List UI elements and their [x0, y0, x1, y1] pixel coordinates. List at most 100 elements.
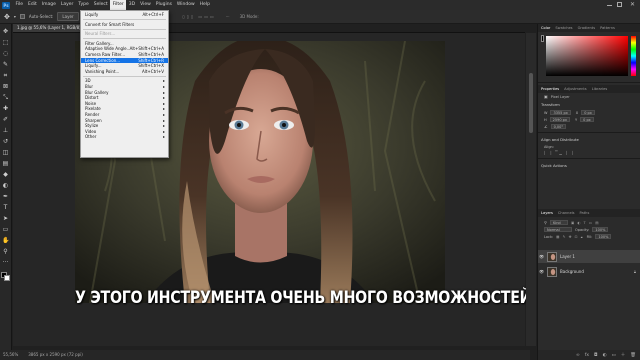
layer-name: Background — [560, 269, 584, 274]
crop-tool-icon[interactable]: ⌗ — [2, 72, 9, 79]
menu-item-other[interactable]: Other ▸ — [81, 134, 168, 140]
lock-row: Lock: ▦ ✎ ✥ ⊡ 🔒︎ Fill: 100% — [538, 233, 640, 240]
foreground-swatch[interactable] — [541, 35, 544, 42]
clone-stamp-tool-icon[interactable]: ⊥ — [2, 127, 9, 134]
tab-paths[interactable]: Paths — [580, 211, 590, 215]
menu-file[interactable]: File — [13, 0, 26, 10]
visibility-eye-icon[interactable]: 👁︎ — [538, 254, 545, 259]
tab-swatches[interactable]: Swatches — [555, 26, 572, 30]
window-close-icon[interactable]: ✕ — [630, 1, 635, 8]
height-field[interactable]: 2590 px — [549, 117, 570, 122]
menu-item-shortcut: Alt+Ctrl+V — [142, 68, 164, 74]
dodge-tool-icon[interactable]: ◐ — [2, 182, 9, 189]
lasso-tool-icon[interactable]: ◌ — [2, 50, 9, 57]
pen-tool-icon[interactable]: ✒ — [2, 193, 9, 200]
layer-row-background[interactable]: 👁︎ Background 🔒︎ — [538, 265, 640, 278]
eyedropper-tool-icon[interactable]: ⤡ — [2, 94, 9, 101]
move-tool-icon[interactable]: ✥ — [4, 13, 10, 21]
width-field[interactable]: 3355 px — [550, 110, 571, 115]
hand-tool-icon[interactable]: ✋ — [2, 237, 9, 244]
menu-item-liquify-last[interactable]: Liquify Alt+Ctrl+F — [81, 12, 168, 18]
adjustment-layer-icon[interactable]: ◐ — [603, 353, 607, 358]
path-selection-tool-icon[interactable]: ➤ — [2, 215, 9, 222]
layer-filter-row: ⚲ Kind ▣ ◐ T ▭ ▤ — [538, 217, 640, 226]
tab-properties[interactable]: Properties — [541, 87, 559, 91]
x-field[interactable]: 0 px — [581, 110, 596, 115]
more-tools-icon[interactable]: ··· — [2, 259, 9, 266]
status-bar: 55,56% 3865 px x 2590 px (72 ppi) — [0, 350, 530, 360]
lock-icon: 🔒︎ — [633, 269, 636, 274]
menu-help[interactable]: Help — [197, 0, 212, 10]
align-buttons-icon[interactable]: ▯▯▯ ▭▭▭ — [183, 14, 216, 19]
chevron-down-icon[interactable]: ▾ — [14, 14, 16, 19]
menu-window[interactable]: Window — [174, 0, 197, 10]
tab-layers[interactable]: Layers — [541, 211, 553, 215]
tab-libraries[interactable]: Libraries — [592, 87, 608, 91]
kind-dropdown[interactable]: Kind — [549, 220, 568, 225]
menu-filter[interactable]: Filter — [110, 0, 127, 10]
auto-select-dropdown[interactable]: Layer — [57, 12, 79, 21]
auto-select-checkbox[interactable] — [19, 14, 25, 19]
fill-field[interactable]: 100% — [595, 234, 612, 239]
photoshop-window: Ps File Edit Image Layer Type Select Fil… — [0, 0, 640, 360]
history-brush-tool-icon[interactable]: ↺ — [2, 138, 9, 145]
fx-icon[interactable]: fx — [585, 353, 589, 358]
menu-select[interactable]: Select — [91, 0, 110, 10]
scrollbar-thumb[interactable] — [529, 73, 533, 133]
menu-3d[interactable]: 3D — [126, 0, 137, 10]
foreground-background-color-icon[interactable] — [1, 272, 10, 281]
y-field[interactable]: 0 px — [580, 117, 595, 122]
menu-edit[interactable]: Edit — [26, 0, 40, 10]
tab-adjustments[interactable]: Adjustments — [564, 87, 587, 91]
lock-icons[interactable]: ▦ ✎ ✥ ⊡ 🔒︎ — [556, 235, 583, 239]
layer-name: Layer 1 — [560, 254, 575, 259]
window-restore-icon[interactable] — [617, 2, 622, 7]
angle-field[interactable]: 0,00° — [550, 124, 567, 129]
zoom-tool-icon[interactable]: ⚲ — [2, 248, 9, 255]
tab-color[interactable]: Color — [541, 26, 550, 30]
blur-tool-icon[interactable]: ◆ — [2, 171, 9, 178]
brush-tool-icon[interactable]: ✐ — [2, 116, 9, 123]
properties-panel-tabs: Properties Adjustments Libraries — [538, 85, 640, 93]
menu-image[interactable]: Image — [39, 0, 58, 10]
menu-item-label: 3D — [85, 78, 91, 84]
healing-brush-tool-icon[interactable]: ✚ — [2, 105, 9, 112]
type-tool-icon[interactable]: T — [2, 204, 9, 211]
menu-item-convert-smart-filters[interactable]: Convert for Smart Filters — [81, 22, 168, 28]
opacity-field[interactable]: 100% — [592, 227, 609, 232]
blend-mode-dropdown[interactable]: Normal — [544, 227, 572, 232]
tab-patterns[interactable]: Patterns — [600, 26, 615, 30]
menu-type[interactable]: Type — [76, 0, 91, 10]
marquee-tool-icon[interactable]: ⬚ — [2, 39, 9, 46]
visibility-eye-icon[interactable]: 👁︎ — [538, 269, 545, 274]
new-layer-icon[interactable]: ＋ — [621, 352, 626, 358]
move-tool-icon[interactable]: ✥ — [2, 28, 9, 35]
align-buttons[interactable]: ▏▕ ▔▁ ▏▕ — [538, 150, 640, 156]
gradient-tool-icon[interactable]: ▤ — [2, 160, 9, 167]
new-group-icon[interactable]: ▭ — [612, 353, 616, 358]
menu-layer[interactable]: Layer — [58, 0, 76, 10]
tab-channels[interactable]: Channels — [558, 211, 575, 215]
eraser-tool-icon[interactable]: ◫ — [2, 149, 9, 156]
menu-plugins[interactable]: Plugins — [153, 0, 174, 10]
color-picker[interactable] — [538, 32, 640, 80]
layer-row-layer-1[interactable]: 👁︎ Layer 1 — [538, 250, 640, 263]
hue-slider[interactable] — [631, 36, 636, 76]
color-field[interactable] — [546, 36, 628, 76]
delete-layer-icon[interactable]: 🗑︎ — [630, 353, 636, 358]
menu-view[interactable]: View — [138, 0, 154, 10]
menu-item-vanishing-point[interactable]: Vanishing Point... Alt+Ctrl+V — [81, 69, 168, 75]
vertical-scrollbar[interactable] — [526, 33, 536, 346]
window-minimize-icon[interactable] — [607, 5, 612, 6]
tab-gradients[interactable]: Gradients — [578, 26, 596, 30]
zoom-level[interactable]: 55,56% — [3, 350, 18, 360]
quick-select-tool-icon[interactable]: ✎ — [2, 61, 9, 68]
layer-filter-icons[interactable]: ▣ ◐ T ▭ ▤ — [571, 221, 600, 225]
frame-tool-icon[interactable]: ⊠ — [2, 83, 9, 90]
link-layers-icon[interactable]: ∞ — [576, 353, 580, 358]
rectangle-tool-icon[interactable]: ▭ — [2, 226, 9, 233]
add-mask-icon[interactable]: ◘ — [594, 353, 598, 358]
menu-item-label: Filter Gallery... — [85, 40, 114, 46]
layer-thumbnail — [547, 266, 557, 277]
more-options-icon[interactable]: ··· — [226, 14, 230, 19]
